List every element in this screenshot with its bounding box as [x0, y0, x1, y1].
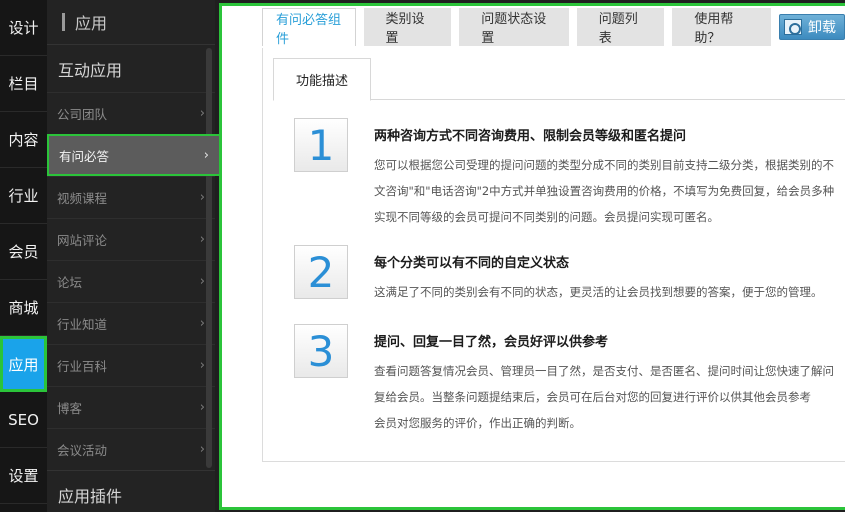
sidebar-item-label: 博客: [57, 401, 83, 416]
sidebar-header: 应用: [47, 0, 215, 44]
rail-item-mall[interactable]: 商城: [0, 280, 47, 336]
sidebar-group-interactive: 互动应用: [47, 44, 215, 92]
feature-number: 1: [294, 118, 348, 172]
sidebar-item-forum[interactable]: 论坛 ›: [47, 260, 215, 302]
chevron-right-icon: ›: [199, 106, 205, 121]
header-bar-icon: [62, 13, 65, 31]
feature-title: 每个分类可以有不同的自定义状态: [374, 256, 570, 271]
feature-panel: 功能描述 1 两种咨询方式不同咨询费用、限制会员等级和匿名提问 您可以根据您公司…: [262, 48, 845, 462]
rail-item-columns[interactable]: 栏目: [0, 56, 47, 112]
rail-item-apps[interactable]: 应用: [0, 336, 47, 392]
chevron-right-icon: ›: [203, 147, 209, 163]
sidebar-item-label: 行业知道: [57, 317, 108, 332]
sidebar-item-label: 论坛: [57, 275, 83, 290]
sidebar-item-label: 行业百科: [57, 359, 108, 374]
sidebar-item-label: 公司团队: [57, 107, 108, 122]
sidebar-item-events[interactable]: 会议活动 ›: [47, 428, 215, 470]
chevron-right-icon: ›: [199, 274, 205, 289]
rail-item-members[interactable]: 会员: [0, 224, 47, 280]
tab-category-settings[interactable]: 类别设置: [363, 8, 452, 46]
sidebar-item-label: 有问必答: [59, 148, 110, 164]
feature-description: 这满足了不同的类别会有不同的状态，更灵活的让会员找到想要的答案，便于您的管理。: [374, 279, 845, 305]
sidebar-item-comments[interactable]: 网站评论 ›: [47, 218, 215, 260]
tab-question-list[interactable]: 问题列表: [576, 8, 665, 46]
uninstall-button[interactable]: 卸载: [779, 14, 845, 40]
feature-line: 会员对您服务的评价，作出正确的判断。: [374, 416, 581, 430]
feature-line: 查看问题答复情况会员、管理员一目了然，是否支付、是否匿名、提问时间让您快速了解问: [374, 364, 834, 378]
sidebar-item-video[interactable]: 视频课程 ›: [47, 176, 215, 218]
uninstall-icon: [784, 19, 802, 35]
feature-title: 两种咨询方式不同咨询费用、限制会员等级和匿名提问: [374, 129, 687, 144]
feature-title: 提问、回复一目了然，会员好评以供参考: [374, 335, 609, 350]
feature-number: 3: [294, 324, 348, 378]
sidebar-item-industry-know[interactable]: 行业知道 ›: [47, 302, 215, 344]
app-sidebar: 应用 互动应用 公司团队 › 有问必答 › 视频课程 › 网站评论 › 论坛 ›…: [47, 0, 221, 512]
sidebar-item-label: 会议活动: [57, 443, 108, 458]
sidebar-item-qa[interactable]: 有问必答 ›: [47, 134, 221, 176]
rail-item-content[interactable]: 内容: [0, 112, 47, 168]
tab-qa-component[interactable]: 有问必答组件: [262, 8, 356, 47]
sidebar-item-label: 视频课程: [57, 191, 108, 206]
sidebar-title: 应用: [75, 14, 108, 33]
chevron-right-icon: ›: [199, 232, 205, 247]
tab-bar: 有问必答组件 类别设置 问题状态设置 问题列表 使用帮助？ 卸载: [262, 8, 845, 48]
rail-item-design[interactable]: 设计: [0, 0, 47, 56]
main-nav-rail: 设计 栏目 内容 行业 会员 商城 应用 SEO 设置: [0, 0, 47, 512]
subtab-feature-description[interactable]: 功能描述: [273, 58, 372, 101]
rail-item-settings[interactable]: 设置: [0, 448, 47, 504]
feature-number: 2: [294, 245, 348, 299]
feature-line: 实现不同等级的会员可提问不同类别的问题。会员提问实现可匿名。: [374, 210, 719, 224]
feature-line: 这满足了不同的类别会有不同的状态，更灵活的让会员找到想要的答案，便于您的管理。: [374, 285, 823, 299]
feature-line: 文咨询"和"电话咨询"2中方式并单独设置咨询费用的价格，不填写为免费回复，给会员…: [374, 184, 835, 198]
tab-status-settings[interactable]: 问题状态设置: [459, 8, 569, 46]
chevron-right-icon: ›: [199, 400, 205, 415]
sidebar-item-label: 网站评论: [57, 233, 108, 248]
rail-item-seo[interactable]: SEO: [0, 392, 47, 448]
sidebar-item-industry-wiki[interactable]: 行业百科 ›: [47, 344, 215, 386]
feature-line: 复给会员。当整条问题提结束后，会员可在后台对您的回复进行评价以供其他会员参考: [374, 390, 811, 404]
feature-description: 查看问题答复情况会员、管理员一目了然，是否支付、是否匿名、提问时间让您快速了解问…: [374, 358, 845, 436]
uninstall-label: 卸载: [808, 20, 836, 36]
feature-line: 您可以根据您公司受理的提问问题的类型分成不同的类别目前支持二级分类，根据类别的不: [374, 158, 834, 172]
chevron-right-icon: ›: [199, 190, 205, 205]
sidebar-item-blog[interactable]: 博客 ›: [47, 386, 215, 428]
chevron-right-icon: ›: [199, 358, 205, 373]
main-content: 有问必答组件 类别设置 问题状态设置 问题列表 使用帮助？ 卸载 功能描述 1 …: [219, 3, 845, 510]
tab-help[interactable]: 使用帮助？: [672, 8, 771, 46]
feature-description: 您可以根据您公司受理的提问问题的类型分成不同的类别目前支持二级分类，根据类别的不…: [374, 152, 845, 230]
subtab-row: 功能描述: [273, 58, 845, 101]
sidebar-group-plugins: 应用插件: [47, 470, 215, 512]
chevron-right-icon: ›: [199, 316, 205, 331]
chevron-right-icon: ›: [199, 442, 205, 457]
rail-item-industry[interactable]: 行业: [0, 168, 47, 224]
sidebar-scrollbar[interactable]: [206, 48, 212, 468]
sidebar-item-team[interactable]: 公司团队 ›: [47, 92, 215, 134]
